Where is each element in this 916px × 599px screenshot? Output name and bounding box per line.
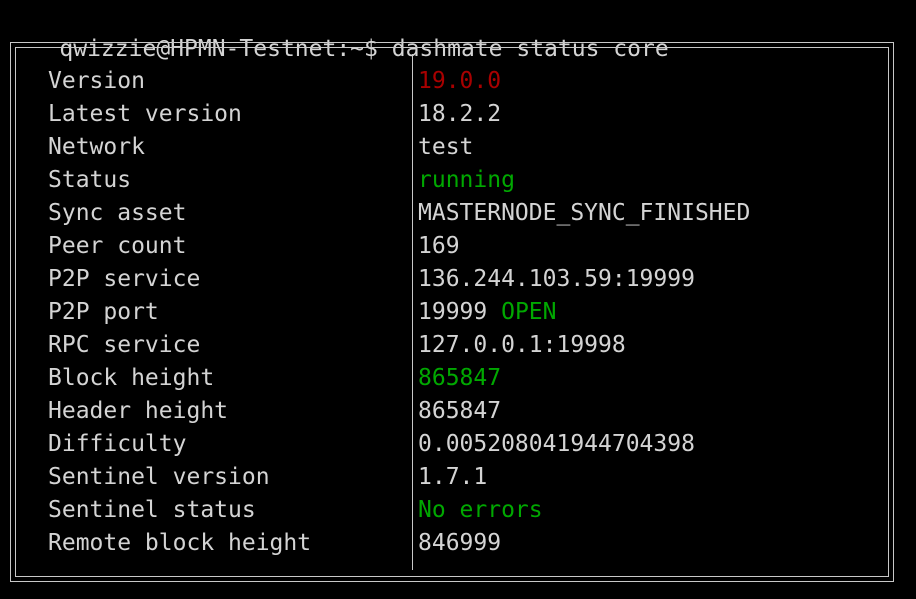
row-label: Header height xyxy=(48,398,229,424)
row-value: 136.244.103.59:19999 xyxy=(390,263,695,296)
row-value-segment: 136.244.103.59:19999 xyxy=(418,266,695,292)
table-row: Remote block height 846999 xyxy=(22,527,882,560)
row-label: RPC service xyxy=(48,332,201,358)
row-label: P2P port xyxy=(48,299,159,325)
row-label: P2P service xyxy=(48,266,201,292)
row-label: Difficulty xyxy=(48,431,187,457)
row-value-segment: OPEN xyxy=(501,299,557,325)
row-value-segment: 865847 xyxy=(418,365,502,391)
row-label: Sentinel status xyxy=(48,497,256,523)
row-label: Status xyxy=(48,167,132,193)
row-label: Sync asset xyxy=(48,200,187,226)
row-label: Network xyxy=(48,134,145,160)
terminal-window[interactable]: qwizzie@HPMN-Testnet:~$ dashmate status … xyxy=(0,0,916,599)
row-value-segment: 19999 xyxy=(418,299,502,325)
row-value-segment: 127.0.0.1:19998 xyxy=(418,332,626,358)
row-value: 169 xyxy=(390,230,460,263)
table-row: RPC service 127.0.0.1:19998 xyxy=(22,329,882,362)
table-row: Block height 865847 xyxy=(22,362,882,395)
table-row: Sentinel version 1.7.1 xyxy=(22,461,882,494)
table-row: P2P service 136.244.103.59:19999 xyxy=(22,263,882,296)
row-value: MASTERNODE_SYNC_FINISHED xyxy=(390,197,750,230)
row-value-segment: 169 xyxy=(418,233,460,259)
table-row: Peer count 169 xyxy=(22,230,882,263)
status-table-outer-border: Version 19.0.0 Latest version 18.2.2 Network… xyxy=(10,42,894,582)
row-label: Version xyxy=(48,68,145,94)
row-label: Remote block height xyxy=(48,530,312,556)
table-row: Network test xyxy=(22,131,882,164)
shell-prompt-line: qwizzie@HPMN-Testnet:~$ dashmate status … xyxy=(4,0,668,62)
row-value-segment: 19.0.0 xyxy=(418,68,502,94)
row-value: 1.7.1 xyxy=(390,461,487,494)
row-value-segment: 0.005208041944704398 xyxy=(418,431,695,457)
row-value-segment: 1.7.1 xyxy=(418,464,488,490)
row-value: test xyxy=(390,131,473,164)
row-value: running xyxy=(390,164,515,197)
row-label: Block height xyxy=(48,365,215,391)
table-row: P2P port 19999 OPEN xyxy=(22,296,882,329)
row-value-segment: 846999 xyxy=(418,530,502,556)
row-value-segment: running xyxy=(418,167,515,193)
table-row: Status running xyxy=(22,164,882,197)
core-status-table: Version 19.0.0 Latest version 18.2.2 Network… xyxy=(22,54,882,570)
table-row: Difficulty 0.005208041944704398 xyxy=(22,428,882,461)
table-row: Sync asset MASTERNODE_SYNC_FINISHED xyxy=(22,197,882,230)
row-value-segment: test xyxy=(418,134,474,160)
row-label: Sentinel version xyxy=(48,464,270,490)
row-value: 18.2.2 xyxy=(390,98,501,131)
row-value: 846999 xyxy=(390,527,501,560)
row-value: 865847 xyxy=(390,362,501,395)
row-value: No errors xyxy=(390,494,543,527)
row-value: 19.0.0 xyxy=(390,65,501,98)
row-value: 865847 xyxy=(390,395,501,428)
row-value: 0.005208041944704398 xyxy=(390,428,695,461)
row-value: 19999 OPEN xyxy=(390,296,556,329)
status-table-inner-border: Version 19.0.0 Latest version 18.2.2 Network… xyxy=(15,47,889,577)
row-value-segment: No errors xyxy=(418,497,543,523)
row-label: Latest version xyxy=(48,101,242,127)
table-row: Version 19.0.0 xyxy=(22,65,882,98)
row-value-segment: 865847 xyxy=(418,398,502,424)
status-row-list: Version 19.0.0 Latest version 18.2.2 Network… xyxy=(22,65,882,560)
row-label: Peer count xyxy=(48,233,187,259)
table-row: Sentinel status No errors xyxy=(22,494,882,527)
row-value-segment: 18.2.2 xyxy=(418,101,502,127)
row-value-segment: MASTERNODE_SYNC_FINISHED xyxy=(418,200,751,226)
row-value: 127.0.0.1:19998 xyxy=(390,329,626,362)
table-row: Latest version 18.2.2 xyxy=(22,98,882,131)
table-row: Header height 865847 xyxy=(22,395,882,428)
